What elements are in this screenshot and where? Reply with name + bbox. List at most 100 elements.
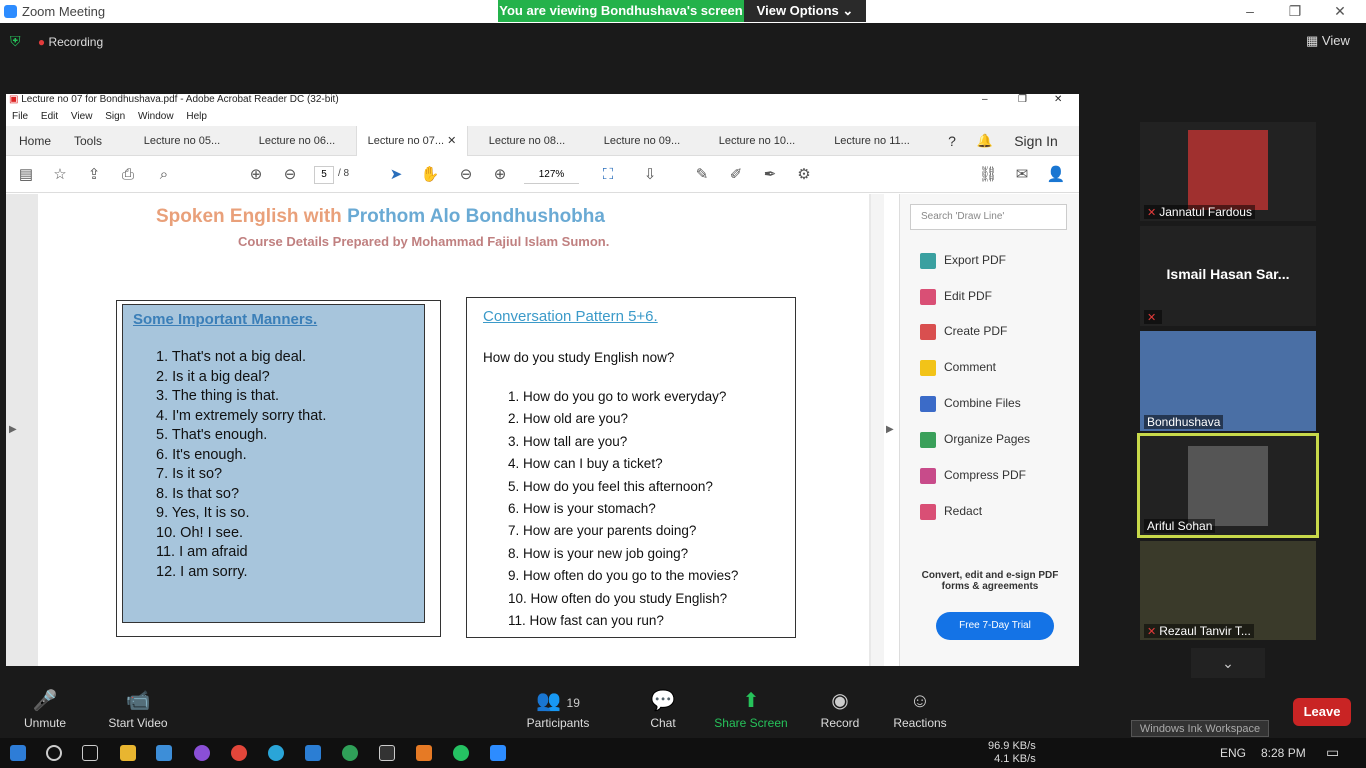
- zoom-out-icon[interactable]: ⊖: [456, 166, 476, 184]
- app-icon[interactable]: [342, 745, 358, 761]
- combine-files-tool[interactable]: Combine Files: [920, 393, 1021, 413]
- export-pdf-tool[interactable]: Export PDF: [920, 250, 1006, 270]
- view-button[interactable]: ▦ View: [1306, 33, 1350, 49]
- participant-tile-active[interactable]: Ariful Sohan: [1137, 433, 1319, 538]
- tab-lecture-07[interactable]: Lecture no 07... ✕: [356, 126, 468, 156]
- manners-title: Some Important Manners.: [133, 311, 318, 328]
- menu-file[interactable]: File: [12, 111, 28, 122]
- record-button[interactable]: ◉ Record: [795, 686, 885, 730]
- acrobat-close-button[interactable]: ✕: [1054, 94, 1062, 105]
- tab-lecture-06[interactable]: Lecture no 06...: [241, 126, 353, 156]
- search-icon[interactable]: [46, 745, 62, 761]
- edit-pdf-label: Edit PDF: [944, 289, 993, 303]
- zoom-taskbar-icon[interactable]: [490, 745, 506, 761]
- messenger-icon[interactable]: [194, 745, 210, 761]
- participant-tile[interactable]: Ismail Hasan Sar... ✕: [1140, 226, 1316, 326]
- windows-start-icon[interactable]: [10, 745, 26, 761]
- organize-pages-tool[interactable]: Organize Pages: [920, 429, 1030, 449]
- participant-tile[interactable]: ✕ Jannatul Fardous: [1140, 122, 1316, 221]
- compress-pdf-tool[interactable]: Compress PDF: [920, 465, 1026, 485]
- collapse-panel-icon[interactable]: ▶: [886, 424, 894, 435]
- menu-window[interactable]: Window: [138, 111, 174, 122]
- stamp-icon[interactable]: ⚙: [794, 166, 814, 184]
- mail-icon[interactable]: ✉: [1012, 166, 1032, 184]
- prev-page-icon[interactable]: ⊕: [246, 166, 266, 184]
- share-screen-icon: ⬆: [742, 690, 760, 712]
- language-indicator[interactable]: ENG: [1220, 746, 1246, 760]
- next-page-icon[interactable]: ⊖: [280, 166, 300, 184]
- hand-icon[interactable]: ✋: [420, 166, 440, 184]
- comment-tool[interactable]: Comment: [920, 357, 996, 377]
- clock[interactable]: 8:28 PM: [1261, 746, 1306, 760]
- notifications-icon[interactable]: ▭: [1326, 744, 1339, 761]
- vscode-icon[interactable]: [305, 745, 321, 761]
- fit-page-icon[interactable]: ⛶: [598, 166, 618, 184]
- participants-button[interactable]: 👥 19 Participants: [513, 686, 603, 730]
- sign-in-button[interactable]: Sign In: [1006, 126, 1066, 156]
- tab-lecture-09[interactable]: Lecture no 09...: [586, 126, 698, 156]
- edge-icon[interactable]: [268, 745, 284, 761]
- search-icon[interactable]: ⌕: [154, 166, 174, 184]
- bookmark-star-icon[interactable]: ☆: [50, 166, 70, 184]
- task-view-icon[interactable]: [82, 745, 98, 761]
- tab-lecture-08[interactable]: Lecture no 08...: [471, 126, 583, 156]
- scroll-mode-icon[interactable]: ⇩: [640, 166, 660, 184]
- more-participants-chevron-icon[interactable]: ⌄: [1191, 648, 1265, 678]
- share-screen-button[interactable]: ⬆ Share Screen: [706, 686, 796, 730]
- create-pdf-icon: [920, 323, 936, 340]
- highlight-icon[interactable]: ✐: [726, 166, 746, 184]
- mic-muted-icon: ✕: [1147, 312, 1157, 324]
- free-trial-button[interactable]: Free 7-Day Trial: [936, 612, 1054, 640]
- upload-icon[interactable]: ⇪: [84, 166, 104, 184]
- office-icon[interactable]: [416, 745, 432, 761]
- acrobat-restore-button[interactable]: ❐: [1018, 94, 1027, 105]
- menu-edit[interactable]: Edit: [41, 111, 58, 122]
- edit-pdf-tool[interactable]: Edit PDF: [920, 286, 992, 306]
- zoom-in-icon[interactable]: ⊕: [490, 166, 510, 184]
- participant-tile[interactable]: Bondhushava: [1140, 331, 1316, 431]
- zoom-level-select[interactable]: 127%: [524, 166, 579, 184]
- menu-help[interactable]: Help: [186, 111, 207, 122]
- start-video-button[interactable]: 📹 Start Video: [93, 686, 183, 730]
- chrome-icon[interactable]: [231, 745, 247, 761]
- restore-button[interactable]: ❐: [1280, 3, 1310, 20]
- pc-icon[interactable]: [156, 745, 172, 761]
- help-icon[interactable]: ?: [941, 126, 963, 156]
- minimize-button[interactable]: –: [1235, 3, 1265, 19]
- leave-button[interactable]: Leave: [1293, 698, 1351, 726]
- create-pdf-tool[interactable]: Create PDF: [920, 321, 1007, 341]
- reactions-button[interactable]: ☺ Reactions: [875, 686, 965, 730]
- whatsapp-icon[interactable]: [453, 745, 469, 761]
- close-button[interactable]: ✕: [1325, 3, 1355, 20]
- comment-icon[interactable]: ✎: [692, 166, 712, 184]
- tab-close-icon[interactable]: ✕: [447, 135, 456, 147]
- vertical-scrollbar[interactable]: [871, 194, 884, 666]
- menu-sign[interactable]: Sign: [105, 111, 125, 122]
- tab-home[interactable]: Home: [12, 126, 58, 156]
- tab-lecture-10[interactable]: Lecture no 10...: [701, 126, 813, 156]
- save-icon[interactable]: ▤: [16, 166, 36, 184]
- redact-tool[interactable]: Redact: [920, 501, 982, 521]
- expand-nav-icon[interactable]: ▶: [9, 424, 17, 435]
- link-icon[interactable]: ⛓: [978, 166, 998, 184]
- select-cursor-icon[interactable]: ➤: [386, 166, 406, 184]
- record-dot-icon: ●: [37, 35, 46, 49]
- pycharm-icon[interactable]: [379, 745, 395, 761]
- view-options-label: View Options: [756, 3, 839, 18]
- bell-icon[interactable]: 🔔: [974, 126, 996, 156]
- share-user-icon[interactable]: 👤: [1046, 166, 1066, 184]
- unmute-button[interactable]: 🎤 Unmute: [0, 686, 90, 730]
- file-explorer-icon[interactable]: [120, 745, 136, 761]
- tab-lecture-05[interactable]: Lecture no 05...: [126, 126, 238, 156]
- acrobat-minimize-button[interactable]: –: [982, 94, 988, 105]
- tools-search-input[interactable]: Search 'Draw Line': [910, 204, 1067, 230]
- tab-tools[interactable]: Tools: [66, 126, 110, 156]
- participant-tile[interactable]: ✕ Rezaul Tanvir T...: [1140, 541, 1316, 640]
- page-number-input[interactable]: 5: [314, 166, 334, 184]
- chat-button[interactable]: 💬 Chat: [618, 686, 708, 730]
- view-options-button[interactable]: View Options ⌄: [744, 0, 866, 22]
- tab-lecture-11[interactable]: Lecture no 11...: [816, 126, 928, 156]
- print-icon[interactable]: ⎙: [118, 166, 138, 184]
- menu-view[interactable]: View: [71, 111, 93, 122]
- draw-icon[interactable]: ✒: [760, 166, 780, 184]
